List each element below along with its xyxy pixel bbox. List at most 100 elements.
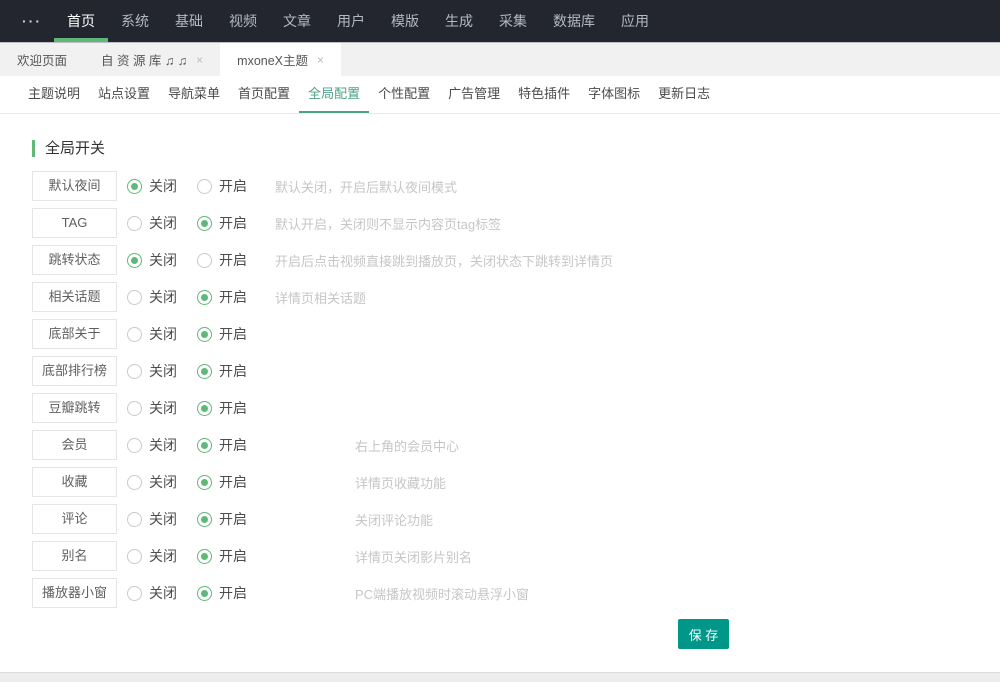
switch-row: 会员 关闭 开启 右上角的会员中心 (32, 430, 1000, 460)
radio-circle-icon (127, 327, 142, 342)
radio-on-label: 开启 (219, 176, 247, 196)
subnav-item[interactable]: 站点设置 (89, 76, 159, 113)
close-icon[interactable]: × (196, 53, 203, 67)
radio-on[interactable]: 开启 (197, 213, 267, 233)
radio-circle-icon (127, 253, 142, 268)
radio-circle-icon (127, 364, 142, 379)
radio-on[interactable]: 开启 (197, 398, 267, 418)
radio-off-label: 关闭 (149, 176, 177, 196)
radio-on[interactable]: 开启 (197, 176, 267, 196)
top-nav-item[interactable]: 文章 (270, 0, 324, 42)
radio-off-label: 关闭 (149, 324, 177, 344)
radio-circle-icon (127, 438, 142, 453)
switch-radio-group: 关闭 开启 (127, 250, 267, 270)
radio-on[interactable]: 开启 (197, 361, 267, 381)
subnav-item[interactable]: 主题说明 (19, 76, 89, 113)
top-nav-items: 首页 系统 基础 视频 文章 用户 模版 生成 采集 数据库 应用 (54, 0, 662, 42)
top-nav-item[interactable]: 模版 (378, 0, 432, 42)
radio-circle-icon (127, 512, 142, 527)
radio-on[interactable]: 开启 (197, 287, 267, 307)
radio-off[interactable]: 关闭 (127, 509, 197, 529)
subnav-item[interactable]: 个性配置 (369, 76, 439, 113)
radio-circle-icon (197, 512, 212, 527)
switch-description: 关闭评论功能 (355, 510, 433, 529)
switch-label: 播放器小窗 (32, 578, 117, 608)
subnav-item[interactable]: 全局配置 (299, 76, 369, 113)
subnav-item[interactable]: 特色插件 (509, 76, 579, 113)
radio-circle-icon (197, 364, 212, 379)
global-switch-form: 默认夜间 关闭 开启 默认关闭，开启后默认夜间模式 TAG 关闭 (0, 171, 1000, 608)
radio-off-label: 关闭 (149, 509, 177, 529)
more-menu-icon[interactable]: ··· (22, 0, 42, 42)
radio-on-label: 开启 (219, 398, 247, 418)
top-nav-item[interactable]: 应用 (608, 0, 662, 42)
switch-radio-group: 关闭 开启 (127, 176, 267, 196)
top-nav-item[interactable]: 系统 (108, 0, 162, 42)
switch-label: TAG (32, 208, 117, 238)
close-icon[interactable]: × (317, 53, 324, 67)
top-nav-item[interactable]: 视频 (216, 0, 270, 42)
window-tab[interactable]: 欢迎页面 (0, 43, 84, 76)
radio-off[interactable]: 关闭 (127, 398, 197, 418)
subnav-item[interactable]: 字体图标 (579, 76, 649, 113)
radio-circle-icon (197, 179, 212, 194)
radio-off-label: 关闭 (149, 213, 177, 233)
switch-radio-group: 关闭 开启 (127, 213, 267, 233)
window-tab[interactable]: mxoneX主题 × (220, 43, 341, 76)
switch-label: 默认夜间 (32, 171, 117, 201)
radio-on-label: 开启 (219, 546, 247, 566)
subnav-item[interactable]: 首页配置 (229, 76, 299, 113)
switch-label: 会员 (32, 430, 117, 460)
switch-label: 跳转状态 (32, 245, 117, 275)
radio-circle-icon (127, 549, 142, 564)
radio-on[interactable]: 开启 (197, 472, 267, 492)
subnav-item[interactable]: 导航菜单 (159, 76, 229, 113)
radio-on[interactable]: 开启 (197, 324, 267, 344)
window-tabbar: 欢迎页面 自 资 源 库 ♫ ♫ × mxoneX主题 × (0, 42, 1000, 76)
radio-off-label: 关闭 (149, 583, 177, 603)
radio-off[interactable]: 关闭 (127, 583, 197, 603)
radio-off[interactable]: 关闭 (127, 250, 197, 270)
switch-row: 播放器小窗 关闭 开启 PC端播放视频时滚动悬浮小窗 (32, 578, 1000, 608)
radio-off[interactable]: 关闭 (127, 287, 197, 307)
switch-description: 详情页相关话题 (275, 288, 366, 307)
radio-off[interactable]: 关闭 (127, 361, 197, 381)
radio-circle-icon (127, 475, 142, 490)
top-nav-item[interactable]: 生成 (432, 0, 486, 42)
save-button[interactable]: 保 存 (678, 619, 729, 649)
switch-radio-group: 关闭 开启 (127, 546, 267, 566)
switch-radio-group: 关闭 开启 (127, 435, 267, 455)
switch-row: 默认夜间 关闭 开启 默认关闭，开启后默认夜间模式 (32, 171, 1000, 201)
radio-off[interactable]: 关闭 (127, 176, 197, 196)
radio-off[interactable]: 关闭 (127, 324, 197, 344)
radio-circle-icon (127, 401, 142, 416)
radio-on[interactable]: 开启 (197, 583, 267, 603)
radio-off[interactable]: 关闭 (127, 435, 197, 455)
radio-on[interactable]: 开启 (197, 546, 267, 566)
switch-description: 开启后点击视频直接跳到播放页，关闭状态下跳转到详情页 (275, 251, 613, 270)
window-tab[interactable]: 自 资 源 库 ♫ ♫ × (84, 43, 220, 76)
top-nav-item[interactable]: 首页 (54, 0, 108, 42)
radio-off[interactable]: 关闭 (127, 546, 197, 566)
radio-on[interactable]: 开启 (197, 509, 267, 529)
switch-label: 底部排行榜 (32, 356, 117, 386)
subnav-item[interactable]: 广告管理 (439, 76, 509, 113)
radio-off[interactable]: 关闭 (127, 213, 197, 233)
switch-radio-group: 关闭 开启 (127, 398, 267, 418)
radio-on[interactable]: 开启 (197, 250, 267, 270)
top-nav-item[interactable]: 基础 (162, 0, 216, 42)
radio-on[interactable]: 开启 (197, 435, 267, 455)
window-tab-label: 自 资 源 库 ♫ ♫ (101, 50, 187, 69)
switch-row: 豆瓣跳转 关闭 开启 (32, 393, 1000, 423)
radio-circle-icon (127, 586, 142, 601)
radio-off[interactable]: 关闭 (127, 472, 197, 492)
subnav-item[interactable]: 更新日志 (649, 76, 719, 113)
switch-radio-group: 关闭 开启 (127, 361, 267, 381)
horizontal-scrollbar[interactable] (0, 672, 1000, 682)
top-nav-item[interactable]: 数据库 (540, 0, 608, 42)
switch-label: 底部关于 (32, 319, 117, 349)
top-nav-item[interactable]: 用户 (324, 0, 378, 42)
radio-circle-icon (197, 253, 212, 268)
radio-circle-icon (197, 401, 212, 416)
top-nav-item[interactable]: 采集 (486, 0, 540, 42)
